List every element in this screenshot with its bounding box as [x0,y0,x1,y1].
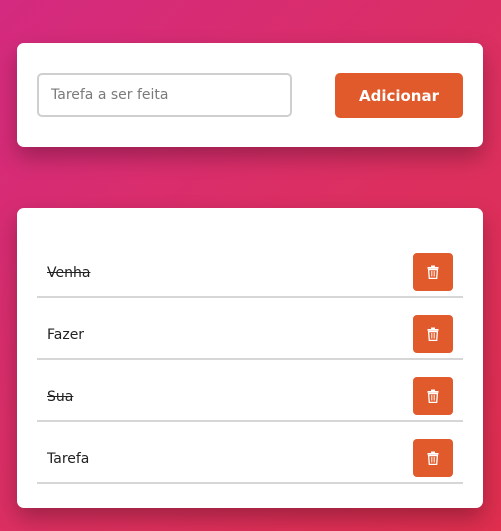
delete-task-button[interactable] [413,253,453,291]
task-item: Tarefa [37,424,463,484]
task-input[interactable] [37,73,292,117]
trash-icon [427,327,439,341]
delete-task-button[interactable] [413,439,453,477]
task-item: Sua [37,362,463,422]
task-list-card: Venha Fazer Sua Tarefa [17,208,483,508]
trash-icon [427,265,439,279]
delete-task-button[interactable] [413,315,453,353]
delete-task-button[interactable] [413,377,453,415]
task-list: Venha Fazer Sua Tarefa [37,238,463,486]
trash-icon [427,451,439,465]
trash-icon [427,389,439,403]
task-text[interactable]: Venha [47,264,90,282]
task-text[interactable]: Sua [47,388,73,406]
task-item: Fazer [37,300,463,360]
task-item: Venha [37,238,463,298]
task-text[interactable]: Fazer [47,326,84,344]
task-text[interactable]: Tarefa [47,450,89,468]
add-task-button[interactable]: Adicionar [335,73,463,118]
task-form-card: Adicionar [17,43,483,147]
